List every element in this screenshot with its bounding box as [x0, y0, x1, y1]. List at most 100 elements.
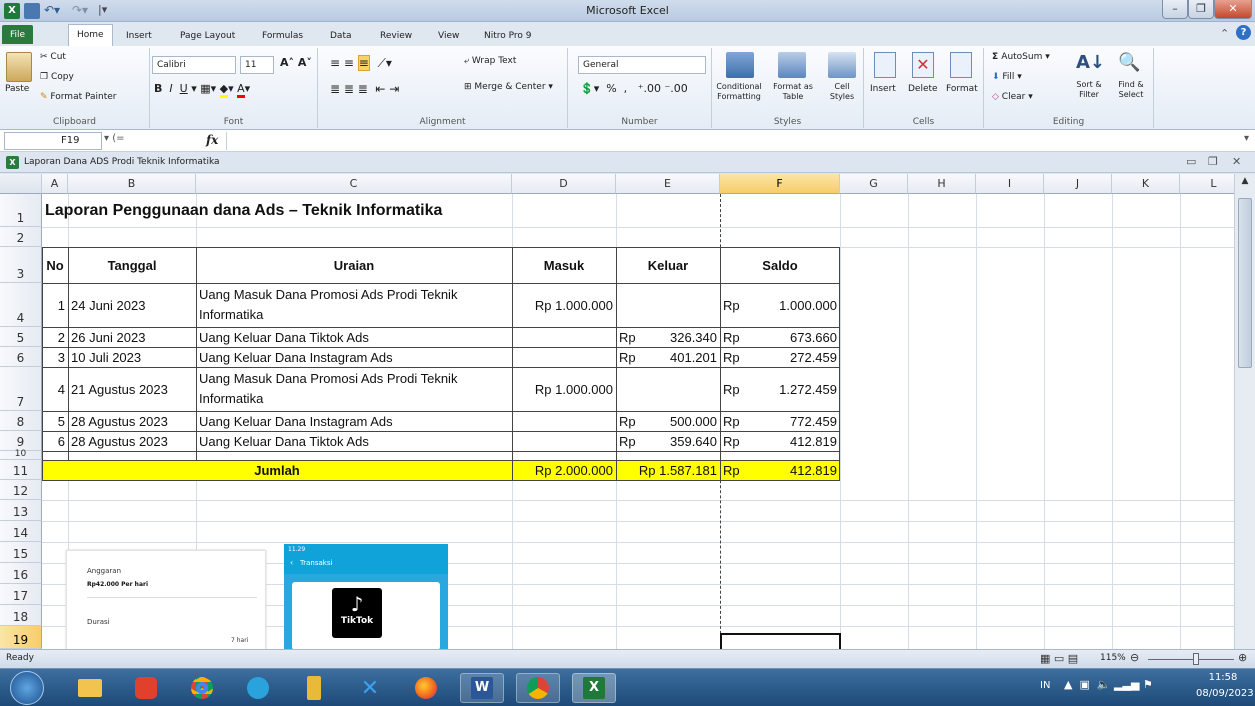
tab-review[interactable]: Review	[372, 26, 420, 46]
header-keluar[interactable]: Keluar	[616, 247, 720, 283]
cell-no[interactable]: 2	[42, 327, 68, 347]
font-size-select[interactable]: 11	[240, 56, 274, 74]
cell-no[interactable]: 3	[42, 347, 68, 367]
cell-styles-icon[interactable]	[828, 52, 856, 78]
tab-file[interactable]: File	[2, 25, 34, 44]
fill-button[interactable]: ⬇ Fill ▾	[992, 72, 1022, 82]
cell-saldo[interactable]: 1.272.459	[750, 367, 840, 411]
cell-no[interactable]: 5	[42, 411, 68, 431]
header-saldo[interactable]: Saldo	[720, 247, 840, 283]
formula-input[interactable]	[226, 132, 1246, 150]
active-cell-f19[interactable]	[720, 633, 841, 649]
restore-button[interactable]: ❐	[1188, 0, 1214, 19]
number-format-select[interactable]: General	[578, 56, 706, 74]
underline-icon[interactable]: U	[180, 82, 188, 95]
minimize-ribbon-icon[interactable]: ⌃	[1220, 27, 1229, 40]
cell-uraian[interactable]: Uang Masuk Dana Promosi Ads Prodi Teknik…	[196, 283, 512, 327]
zoom-level[interactable]: 115%	[1100, 653, 1126, 663]
row-header[interactable]: 18	[0, 605, 42, 626]
col-header-l[interactable]: L	[1180, 174, 1234, 194]
row-header[interactable]: 6	[0, 347, 42, 367]
word-icon[interactable]: W	[460, 673, 504, 703]
autosum-button[interactable]: Σ AutoSum ▾	[992, 52, 1050, 62]
cell-masuk[interactable]: Rp 1.000.000	[512, 367, 616, 411]
view-buttons[interactable]: ▦ ▭ ▤	[1040, 652, 1078, 665]
row-header[interactable]: 19	[0, 626, 42, 649]
row-header[interactable]: 16	[0, 563, 42, 584]
col-header-d[interactable]: D	[512, 174, 616, 194]
cell-styles-button[interactable]: Cell Styles	[822, 82, 862, 102]
cut-button[interactable]: ✂ Cut	[40, 52, 66, 62]
clock-time[interactable]: 11:58	[1196, 672, 1250, 683]
italic-icon[interactable]: I	[169, 82, 172, 95]
zoom-out-icon[interactable]: ⊖	[1130, 651, 1139, 664]
tab-data[interactable]: Data	[322, 26, 360, 46]
files-icon[interactable]	[292, 673, 336, 703]
copy-button[interactable]: ❐ Copy	[40, 72, 74, 82]
cell-uraian[interactable]: Uang Keluar Dana Instagram Ads	[196, 347, 512, 367]
row-header[interactable]: 13	[0, 500, 42, 521]
conditional-formatting-button[interactable]: Conditional Formatting	[712, 82, 766, 102]
find-select-button[interactable]: Find & Select	[1110, 80, 1152, 100]
tab-insert[interactable]: Insert	[118, 26, 160, 46]
vertical-align-icons[interactable]: ≡ ≡ ≡ ⟋▾	[330, 55, 392, 71]
cell-keluar[interactable]: 359.640	[646, 431, 720, 451]
workbook-restore-icon[interactable]: ❐	[1208, 155, 1218, 168]
select-all-corner[interactable]	[0, 174, 42, 194]
cell-no[interactable]: 6	[42, 431, 68, 451]
insert-cells-icon[interactable]	[874, 52, 896, 78]
grow-font-icon[interactable]: A˄ A˅	[280, 56, 312, 69]
row-header[interactable]: 10	[0, 450, 42, 460]
sheet-title[interactable]: Laporan Penggunaan dana Ads – Teknik Inf…	[42, 194, 445, 227]
total-keluar[interactable]: Rp 1.587.181	[616, 460, 720, 480]
cell-tanggal[interactable]: 28 Agustus 2023	[68, 411, 196, 431]
tab-formulas[interactable]: Formulas	[254, 26, 311, 46]
sort-filter-button[interactable]: Sort & Filter	[1068, 80, 1110, 100]
workbook-close-icon[interactable]: ✕	[1232, 155, 1241, 168]
tab-page-layout[interactable]: Page Layout	[172, 26, 243, 46]
cell-uraian[interactable]: Uang Keluar Dana Tiktok Ads	[196, 431, 512, 451]
workbook-minimize-icon[interactable]: ▭	[1186, 155, 1196, 168]
cell-uraian[interactable]: Uang Masuk Dana Promosi Ads Prodi Teknik…	[196, 367, 512, 411]
bold-icon[interactable]: B	[154, 82, 162, 95]
fill-color-icon[interactable]: ◆	[219, 82, 229, 98]
paste-icon[interactable]	[6, 52, 32, 82]
cell-saldo[interactable]: 272.459	[750, 347, 840, 367]
font-style-buttons[interactable]: B I U ▾ ▦▾ ◆▾ A▾	[154, 82, 250, 98]
row-header[interactable]: 8	[0, 411, 42, 431]
cell-saldo[interactable]: 1.000.000	[750, 283, 840, 327]
cell-no[interactable]: 4	[42, 367, 68, 411]
cell-tanggal[interactable]: 21 Agustus 2023	[68, 367, 196, 411]
name-box[interactable]: F19	[4, 132, 102, 150]
format-painter-button[interactable]: ✎ Format Painter	[40, 92, 117, 102]
merge-center-button[interactable]: ⊞ Merge & Center ▾	[464, 82, 553, 92]
cell-keluar[interactable]: 500.000	[646, 411, 720, 431]
cell-tanggal[interactable]: 26 Juni 2023	[68, 327, 196, 347]
expand-formula-icon[interactable]: ▾	[1244, 133, 1249, 144]
firefox-icon[interactable]	[404, 673, 448, 703]
header-no[interactable]: No	[42, 247, 68, 283]
minimize-button[interactable]: –	[1162, 0, 1188, 19]
cell-tanggal[interactable]: 28 Agustus 2023	[68, 431, 196, 451]
row-header[interactable]: 9	[0, 431, 42, 451]
row-header[interactable]: 5	[0, 327, 42, 347]
tiktok-transaction-image[interactable]: 11.29 ‹ Transaksi ♪ TikTok	[284, 544, 448, 649]
format-table-icon[interactable]	[778, 52, 806, 78]
header-masuk[interactable]: Masuk	[512, 247, 616, 283]
clear-button[interactable]: ◇ Clear ▾	[992, 92, 1033, 102]
cell-uraian[interactable]: Uang Keluar Dana Instagram Ads	[196, 411, 512, 431]
number-format-icons[interactable]: 💲▾ % , ⁺.00 ⁻.00	[580, 82, 688, 95]
col-header-k[interactable]: K	[1112, 174, 1180, 194]
tab-nitro[interactable]: Nitro Pro 9	[476, 26, 540, 46]
vscode-icon[interactable]: ✕	[348, 673, 392, 703]
row-header[interactable]: 3	[0, 247, 42, 283]
wrap-text-button[interactable]: ⤶ Wrap Text	[464, 56, 516, 66]
excel-taskbar-icon[interactable]: X	[572, 673, 616, 703]
zoom-slider-thumb[interactable]	[1193, 653, 1199, 665]
cell-saldo[interactable]: 772.459	[750, 411, 840, 431]
vertical-scrollbar[interactable]: ▲	[1234, 174, 1255, 649]
delete-cells-icon[interactable]: ✕	[912, 52, 934, 78]
row-header[interactable]: 17	[0, 584, 42, 605]
close-button[interactable]: ✕	[1214, 0, 1252, 19]
font-color-icon[interactable]: A	[237, 82, 245, 98]
